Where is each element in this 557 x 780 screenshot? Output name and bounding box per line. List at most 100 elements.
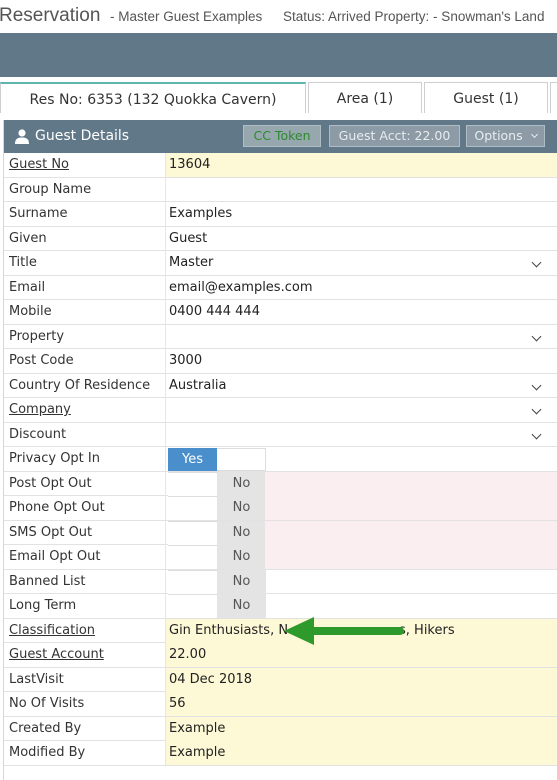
panel-header: Guest Details CC Token Guest Acct: 22.00…: [4, 120, 557, 153]
mobile-field[interactable]: 0400 444 444: [165, 300, 557, 324]
row-post-opt-out: Post Opt Out No: [4, 471, 557, 496]
company-label[interactable]: Company: [9, 398, 71, 422]
chevron-down-icon: [530, 130, 538, 139]
chevron-down-icon: [531, 380, 542, 390]
post-opt-out-label: Post Opt Out: [9, 475, 92, 491]
email-opt-out-label: Email Opt Out: [9, 549, 101, 564]
modified-by-value: Example: [165, 741, 557, 765]
privacy-opt-in-toggle[interactable]: Yes: [165, 447, 266, 471]
row-post-code: Post Code 3000: [4, 349, 557, 374]
toggle-blank[interactable]: [168, 545, 217, 569]
toggle-no[interactable]: No: [217, 496, 266, 520]
tab-bar: Res No: 6353 (132 Quokka Cavern) Area (1…: [0, 82, 557, 113]
toggle-no[interactable]: No: [217, 471, 266, 496]
user-icon: [15, 129, 29, 144]
row-company: Company: [4, 398, 557, 423]
row-modified-by: Modified By Example: [4, 741, 557, 766]
phone-opt-out-toggle[interactable]: No: [165, 496, 266, 520]
classification-label[interactable]: Classification: [9, 619, 95, 643]
row-surname: Surname Examples: [4, 202, 557, 227]
row-guest-account: Guest Account 22.00: [4, 643, 557, 668]
no-of-visits-value: 56: [165, 692, 557, 716]
sms-opt-out-toggle[interactable]: No: [165, 520, 266, 545]
modified-by-label: Modified By: [9, 745, 86, 760]
panel-title: Guest Details: [35, 128, 130, 144]
post-opt-out-toggle[interactable]: No: [165, 471, 266, 496]
toggle-no[interactable]: No: [217, 569, 266, 594]
row-country: Country Of Residence Australia: [4, 373, 557, 398]
row-group-name: Group Name: [4, 177, 557, 202]
row-classification: Classification Gin Enthusiasts, N s, Hik…: [4, 618, 557, 643]
given-label: Given: [9, 230, 47, 246]
toggle-blank[interactable]: [168, 569, 217, 594]
phone-opt-out-label: Phone Opt Out: [9, 500, 105, 515]
classification-value-start: Gin Enthusiasts, N: [169, 622, 289, 638]
email-opt-out-toggle[interactable]: No: [165, 545, 266, 569]
row-mobile: Mobile 0400 444 444: [4, 300, 557, 325]
row-given: Given Guest: [4, 226, 557, 251]
no-of-visits-label: No Of Visits: [9, 696, 85, 711]
row-property: Property: [4, 324, 557, 349]
long-term-toggle[interactable]: No: [165, 594, 266, 618]
opt-out-highlight: [265, 520, 557, 545]
discount-label: Discount: [9, 426, 67, 442]
toggle-blank[interactable]: [168, 496, 217, 520]
row-no-of-visits: No Of Visits 56: [4, 692, 557, 717]
post-code-field[interactable]: 3000: [165, 349, 557, 373]
row-email-opt-out: Email Opt Out No: [4, 545, 557, 570]
row-discount: Discount: [4, 422, 557, 447]
classification-value-end: s, Hikers: [399, 622, 455, 638]
title-value: Master: [169, 255, 214, 270]
guest-account-label[interactable]: Guest Account: [9, 643, 104, 667]
tab-more[interactable]: [550, 82, 557, 113]
toggle-yes[interactable]: Yes: [168, 448, 217, 471]
guest-no-value: 13604: [165, 153, 557, 177]
cc-token-button[interactable]: CC Token: [243, 125, 321, 147]
annotation-arrow-icon: [284, 617, 404, 645]
row-guest-no: Guest No 13604: [4, 153, 557, 178]
guest-details-panel: Guest Details CC Token Guest Acct: 22.00…: [3, 120, 557, 780]
created-by-value: Example: [165, 716, 557, 741]
chevron-down-icon: [531, 429, 542, 439]
opt-out-highlight: [265, 471, 557, 496]
toggle-blank[interactable]: [217, 448, 266, 471]
property-select[interactable]: [165, 324, 557, 349]
toggle-blank[interactable]: [168, 520, 217, 545]
post-code-label: Post Code: [9, 353, 74, 368]
long-term-label: Long Term: [9, 598, 77, 613]
row-email: Email email@examples.com: [4, 275, 557, 300]
toggle-blank[interactable]: [168, 471, 217, 496]
last-visit-value: 04 Dec 2018: [165, 667, 557, 692]
tab-area[interactable]: Area (1): [308, 82, 422, 113]
tab-guest[interactable]: Guest (1): [424, 82, 548, 113]
banned-list-toggle[interactable]: No: [165, 569, 266, 594]
email-field[interactable]: email@examples.com: [165, 275, 557, 300]
guest-no-label[interactable]: Guest No: [9, 153, 69, 177]
surname-field[interactable]: Examples: [165, 202, 557, 226]
title-select[interactable]: Master: [165, 251, 557, 275]
row-created-by: Created By Example: [4, 716, 557, 741]
row-sms-opt-out: SMS Opt Out No: [4, 520, 557, 545]
discount-select[interactable]: [165, 422, 557, 447]
country-label: Country Of Residence: [9, 377, 151, 393]
guest-acct-button[interactable]: Guest Acct: 22.00: [329, 125, 460, 147]
sms-opt-out-label: SMS Opt Out: [9, 524, 93, 540]
guest-fields: Guest No 13604 Group Name Surname Exampl…: [4, 153, 557, 766]
tab-reservation[interactable]: Res No: 6353 (132 Quokka Cavern): [0, 82, 306, 113]
group-name-field[interactable]: [165, 177, 557, 202]
toggle-no[interactable]: No: [217, 594, 266, 618]
reservation-status: Status: Arrived Property: - Snowman's La…: [283, 9, 545, 24]
reservation-guest-name: - Master Guest Examples: [110, 9, 263, 24]
opt-out-highlight: [265, 496, 557, 520]
company-select[interactable]: [165, 398, 557, 422]
chevron-down-icon: [531, 331, 542, 341]
opt-out-highlight: [265, 545, 557, 569]
mobile-label: Mobile: [9, 304, 52, 319]
given-field[interactable]: Guest: [165, 226, 557, 251]
toggle-no[interactable]: No: [217, 520, 266, 545]
options-button[interactable]: Options: [466, 125, 545, 147]
country-select[interactable]: Australia: [165, 373, 557, 398]
toggle-no[interactable]: No: [217, 545, 266, 569]
title-bar: Reservation - Master Guest Examples Stat…: [0, 0, 557, 33]
toggle-blank[interactable]: [168, 594, 217, 618]
